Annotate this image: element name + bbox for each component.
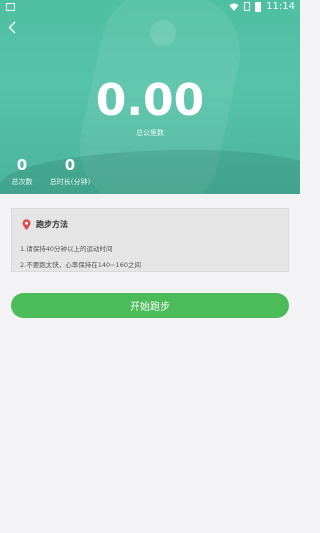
method-title: 跑步方法 xyxy=(36,220,68,229)
running-method-card: 跑步方法 1.请保持40分钟以上的运动时间 2.不要跑太快，心率保持在140~1… xyxy=(11,208,289,272)
method-item: 1.请保持40分钟以上的运动时间 xyxy=(20,245,113,253)
total-duration-value: 0 xyxy=(64,156,76,174)
wifi-icon xyxy=(229,2,239,11)
image-icon xyxy=(6,3,15,11)
status-bar: 11:14 xyxy=(0,0,300,16)
hills-backdrop xyxy=(0,150,300,194)
chevron-left-icon xyxy=(8,21,16,33)
back-button[interactable] xyxy=(4,18,20,36)
status-time: 11:14 xyxy=(266,1,295,12)
total-count-value: 0 xyxy=(16,156,28,174)
location-pin-icon xyxy=(22,219,31,230)
sim-icon xyxy=(244,2,251,11)
total-distance-label: 总公里数 xyxy=(136,129,164,137)
total-duration-label: 总时长(分钟) xyxy=(49,178,91,186)
hero-banner: 11:14 0.00 总公里数 0 总次数 0 总时长(分钟) xyxy=(0,0,300,194)
total-duration-stat: 0 总时长(分钟) xyxy=(48,156,92,187)
total-count-stat: 0 总次数 xyxy=(8,156,36,187)
method-item: 2.不要跑太快，心率保持在140~160之间 xyxy=(20,261,141,269)
total-distance-value: 0.00 xyxy=(95,75,205,126)
start-running-button[interactable]: 开始跑步 xyxy=(11,293,289,318)
battery-icon xyxy=(255,1,262,12)
runner-head xyxy=(150,20,176,46)
total-count-label: 总次数 xyxy=(11,178,33,186)
